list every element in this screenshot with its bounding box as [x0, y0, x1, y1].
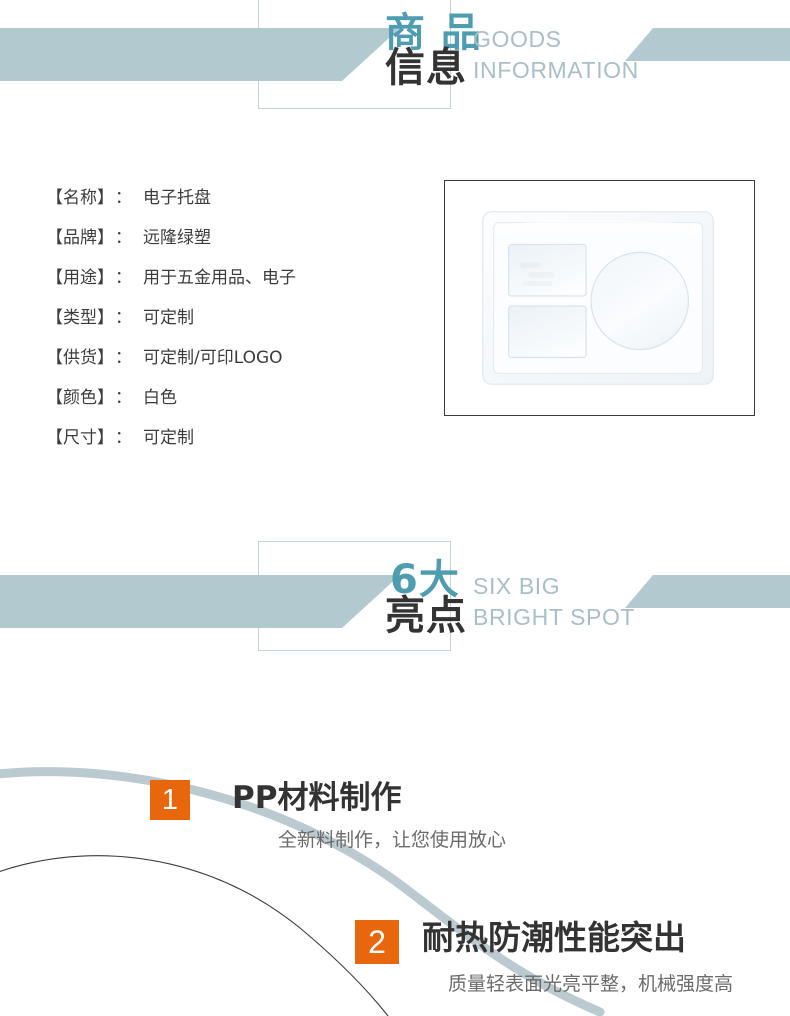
feature-subtitle: 质量轻表面光亮平整，机械强度高 [448, 973, 734, 995]
header-title-cn-line2: 信息 [385, 45, 467, 91]
spec-colon: ： [115, 188, 132, 208]
product-tray-illustration [445, 181, 754, 415]
feature-title: PP材料制作 [232, 780, 402, 816]
header-band-left [0, 575, 400, 628]
spec-colon: ： [115, 348, 132, 368]
header-band-left [0, 28, 400, 81]
spec-label: 【品牌】 [46, 228, 114, 248]
spec-colon: ： [115, 268, 132, 288]
header-band-right [625, 28, 790, 61]
header-title-en-line2: BRIGHT SPOT [473, 604, 636, 630]
spec-value: 可定制 [143, 308, 194, 328]
spec-label: 【供货】 [46, 348, 114, 368]
spec-row: 【品牌】 ： 远隆绿塑 [46, 223, 426, 263]
feature-number-badge: 2 [355, 920, 399, 964]
spec-value: 电子托盘 [143, 188, 211, 208]
section-header-six-big-bright-spot: 6大 亮点 SIX BIG BRIGHT SPOT [0, 530, 790, 665]
header-title-en-line2: INFORMATION [473, 57, 639, 83]
spec-colon: ： [115, 228, 132, 248]
spec-row: 【尺寸】 ： 可定制 [46, 423, 426, 463]
spec-value: 可定制/可印LOGO [143, 348, 283, 368]
spec-label: 【类型】 [46, 308, 114, 328]
spec-row: 【类型】 ： 可定制 [46, 303, 426, 343]
spec-label: 【尺寸】 [46, 428, 114, 448]
spec-label: 【名称】 [46, 188, 114, 208]
header-title-cn-line2: 亮点 [385, 593, 467, 639]
product-image-frame [444, 180, 755, 416]
spec-row: 【用途】 ： 用于五金用品、电子 [46, 263, 426, 303]
spec-colon: ： [115, 308, 132, 328]
feature-number-badge: 1 [150, 780, 190, 820]
section-header-goods-information: 商 品 信息 GOODS INFORMATION [0, 0, 790, 130]
spec-row: 【名称】 ： 电子托盘 [46, 183, 426, 223]
header-title-en-line1: SIX BIG [473, 573, 561, 599]
feature-subtitle: 全新料制作，让您使用放心 [278, 829, 507, 851]
spec-value: 可定制 [143, 428, 194, 448]
spec-row: 【供货】 ： 可定制/可印LOGO [46, 343, 426, 383]
header-title-en-line1: GOODS [473, 26, 562, 52]
spec-value: 远隆绿塑 [143, 228, 211, 248]
spec-row: 【颜色】 ： 白色 [46, 383, 426, 423]
spec-label: 【用途】 [46, 268, 114, 288]
spec-colon: ： [115, 428, 132, 448]
product-spec-list: 【名称】 ： 电子托盘 【品牌】 ： 远隆绿塑 【用途】 ： 用于五金用品、电子… [46, 183, 426, 463]
spec-colon: ： [115, 388, 132, 408]
header-band-right [625, 575, 790, 608]
product-detail-page: 商 品 信息 GOODS INFORMATION 【名称】 ： 电子托盘 【品牌… [0, 0, 790, 1016]
spec-value: 白色 [143, 388, 177, 408]
spec-value: 用于五金用品、电子 [143, 268, 296, 288]
feature-title: 耐热防潮性能突出 [422, 918, 686, 957]
spec-label: 【颜色】 [46, 388, 114, 408]
